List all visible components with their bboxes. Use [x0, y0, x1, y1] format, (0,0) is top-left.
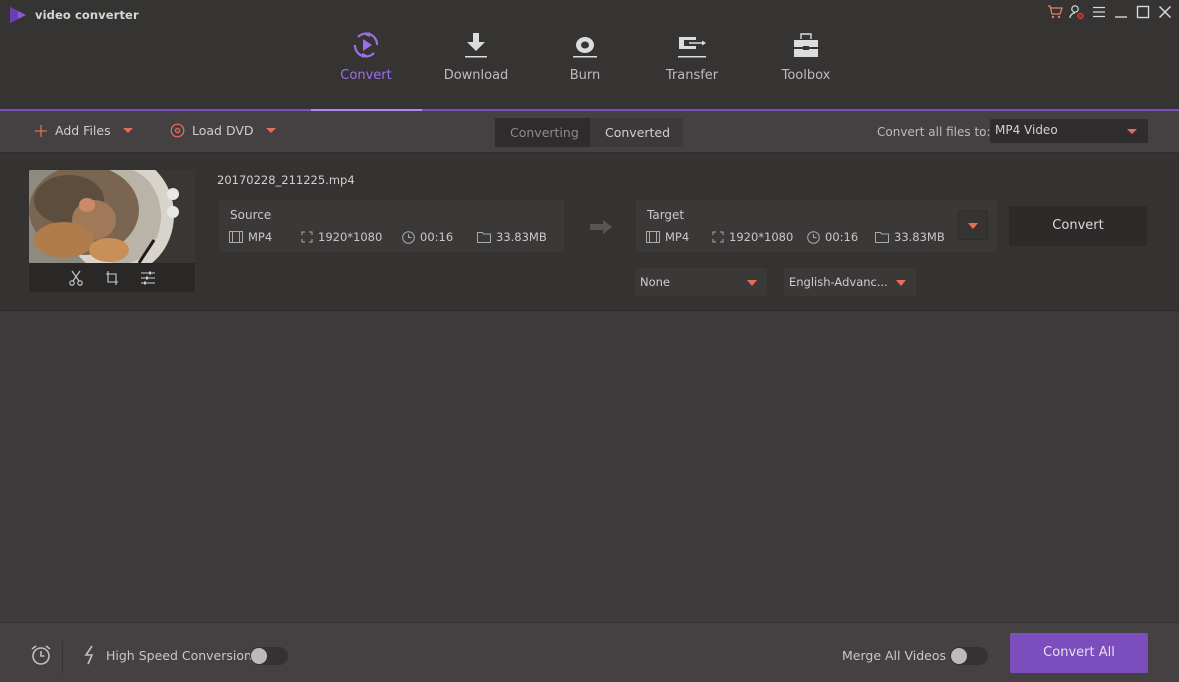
tab-converted[interactable]: Converted: [590, 118, 683, 147]
clock-icon: [807, 230, 820, 244]
merge-videos-label: Merge All Videos: [842, 648, 946, 663]
nav-label: Toolbox: [781, 68, 831, 83]
window-controls: [1047, 3, 1173, 21]
toolbox-icon: [794, 33, 818, 57]
header: video converter Convert Download Burn Tr…: [0, 0, 1179, 111]
divider: [62, 641, 63, 673]
nav-label: Transfer: [665, 68, 719, 83]
plus-icon: [35, 124, 47, 137]
download-icon: [465, 33, 487, 58]
nav-label: Burn: [569, 68, 601, 83]
video-thumbnail-panel: [29, 170, 195, 292]
nav-tab-transfer[interactable]: Transfer: [640, 28, 744, 98]
target-resolution: 1920*1080: [712, 230, 793, 244]
alarm-clock-icon: [31, 645, 51, 665]
cart-icon[interactable]: [1047, 3, 1063, 21]
convert-icon: [353, 32, 379, 58]
source-title: Source: [230, 208, 272, 222]
target-title: Target: [647, 208, 685, 222]
status-tabs: Converting Converted: [495, 118, 683, 147]
video-thumbnail[interactable]: [29, 170, 195, 263]
folder-icon: [477, 232, 491, 243]
load-dvd-dropdown-icon[interactable]: [265, 128, 276, 133]
nav-label: Convert: [340, 68, 392, 83]
crop-button[interactable]: [103, 269, 121, 287]
audio-track-value: English-Advanc...: [789, 275, 888, 289]
nav-tab-convert[interactable]: Convert: [310, 28, 422, 98]
menu-icon[interactable]: [1091, 3, 1107, 21]
target-info[interactable]: Target MP4 1920*1080 00:16 33.83MB: [636, 200, 997, 252]
schedule-button[interactable]: [30, 644, 52, 669]
adjust-sliders-icon: [141, 271, 155, 284]
subtitle-select[interactable]: None: [635, 268, 767, 296]
resolution-icon: [712, 231, 724, 243]
main-nav: Convert Download Burn Transfer Toolbox: [310, 28, 868, 98]
subtitle-select-value: None: [640, 275, 671, 289]
thumbnail-tools: [29, 263, 195, 292]
add-files-button[interactable]: Add Files: [34, 123, 133, 138]
film-icon: [646, 231, 660, 243]
app-logo: video converter: [8, 6, 139, 24]
source-info: Source MP4 1920*1080 00:16 33.83MB: [219, 200, 564, 252]
convert-button[interactable]: Convert: [1009, 206, 1147, 246]
convert-all-button[interactable]: Convert All: [1010, 633, 1148, 673]
maximize-icon[interactable]: [1135, 3, 1151, 21]
file-list-item: 20170228_211225.mp4 Source MP4 1920*1080…: [0, 153, 1179, 311]
chevron-down-icon: [896, 280, 906, 286]
load-dvd-label: Load DVD: [192, 123, 254, 138]
app-title: video converter: [35, 8, 139, 22]
logo-icon: [10, 7, 26, 23]
chevron-down-icon: [1127, 129, 1137, 134]
target-size: 33.83MB: [875, 230, 945, 244]
trim-button[interactable]: [67, 269, 85, 287]
convert-all-to-label: Convert all files to:: [877, 125, 991, 139]
clock-icon: [402, 230, 415, 244]
target-duration: 00:16: [807, 230, 858, 244]
load-dvd-button[interactable]: Load DVD: [170, 123, 276, 138]
nav-tab-burn[interactable]: Burn: [530, 28, 640, 98]
target-format: MP4: [646, 230, 689, 244]
target-format-dropdown[interactable]: [958, 210, 988, 240]
crop-icon: [106, 270, 118, 285]
effects-button[interactable]: [139, 269, 157, 287]
burn-icon: [573, 37, 597, 58]
file-name: 20170228_211225.mp4: [217, 173, 355, 187]
file-list-empty-area: [0, 312, 1179, 622]
high-speed-toggle[interactable]: [250, 647, 288, 665]
output-format-select[interactable]: MP4 Video: [990, 119, 1148, 143]
transfer-icon: [678, 37, 706, 58]
merge-videos-toggle[interactable]: [950, 647, 988, 665]
toggle-knob: [251, 648, 267, 664]
film-icon: [229, 231, 243, 243]
source-resolution: 1920*1080: [301, 230, 382, 244]
audio-track-select[interactable]: English-Advanc...: [784, 268, 916, 296]
folder-icon: [875, 232, 889, 243]
dvd-icon: [170, 123, 185, 138]
close-icon[interactable]: [1157, 3, 1173, 21]
high-speed-label: High Speed Conversion: [106, 648, 252, 663]
lightning-icon: [84, 645, 94, 665]
footer: High Speed Conversion Merge All Videos C…: [0, 622, 1179, 682]
source-duration: 00:16: [402, 230, 453, 244]
source-size: 33.83MB: [477, 230, 547, 244]
toolbar: Add Files Load DVD Converting Converted …: [0, 111, 1179, 153]
tab-converting[interactable]: Converting: [495, 118, 590, 147]
resolution-icon: [301, 231, 313, 243]
minimize-icon[interactable]: [1113, 3, 1129, 21]
chevron-down-icon: [968, 223, 978, 229]
add-files-dropdown-icon[interactable]: [122, 128, 133, 133]
chevron-down-icon: [747, 280, 757, 286]
nav-tab-download[interactable]: Download: [422, 28, 530, 98]
scissors-icon: [69, 270, 83, 286]
toggle-knob: [951, 648, 967, 664]
nav-label: Download: [443, 68, 509, 83]
source-format: MP4: [229, 230, 272, 244]
output-format-value: MP4 Video: [995, 123, 1058, 137]
arrow-right-icon: [590, 220, 612, 234]
account-icon[interactable]: [1069, 3, 1085, 21]
nav-tab-toolbox[interactable]: Toolbox: [744, 28, 868, 98]
add-files-label: Add Files: [55, 123, 111, 138]
